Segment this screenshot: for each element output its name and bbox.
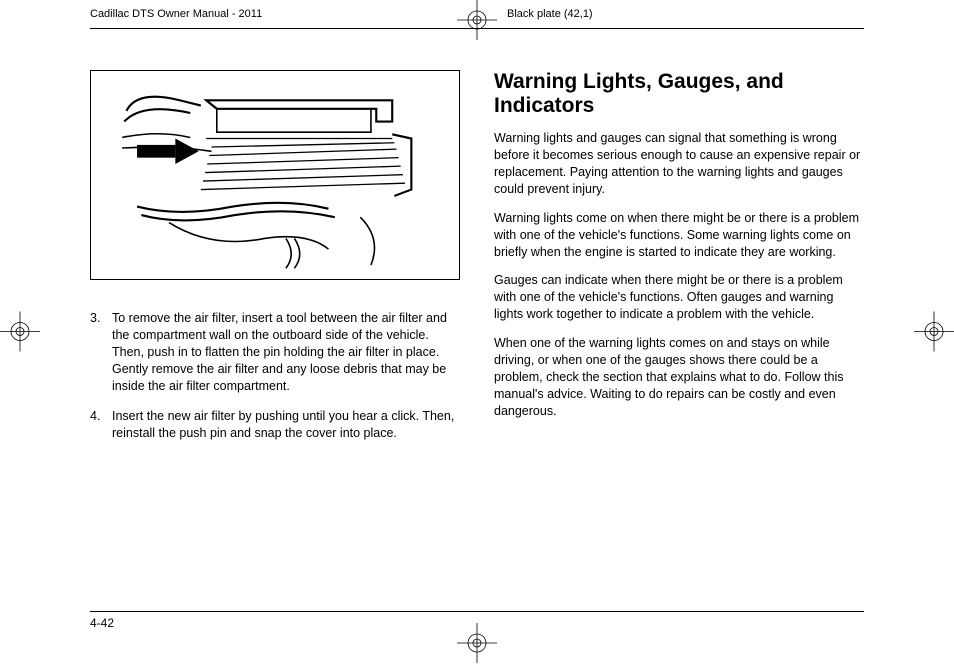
right-column: Warning Lights, Gauges, and Indicators W… [494, 70, 864, 588]
header-rule [90, 28, 864, 29]
footer-rule [90, 611, 864, 612]
registration-mark-left [0, 312, 40, 357]
registration-mark-right [914, 312, 954, 357]
registration-mark-bottom [457, 623, 497, 668]
registration-mark-top [457, 0, 497, 45]
step-number: 3. [90, 310, 100, 327]
step-text: To remove the air filter, insert a tool … [112, 311, 447, 393]
instruction-list: 3. To remove the air filter, insert a to… [90, 310, 460, 442]
page-number: 4-42 [90, 616, 114, 630]
plate-info: Black plate (42,1) [447, 8, 864, 20]
manual-title: Cadillac DTS Owner Manual - 2011 [90, 8, 447, 20]
instruction-step-4: 4. Insert the new air filter by pushing … [112, 408, 460, 442]
paragraph: Warning lights come on when there might … [494, 210, 864, 261]
paragraph: When one of the warning lights comes on … [494, 335, 864, 419]
step-number: 4. [90, 408, 100, 425]
content-area: 3. To remove the air filter, insert a to… [90, 70, 864, 588]
left-column: 3. To remove the air filter, insert a to… [90, 70, 460, 588]
air-filter-diagram [90, 70, 460, 280]
paragraph: Gauges can indicate when there might be … [494, 272, 864, 323]
paragraph: Warning lights and gauges can signal tha… [494, 130, 864, 198]
step-text: Insert the new air filter by pushing unt… [112, 409, 454, 440]
instruction-step-3: 3. To remove the air filter, insert a to… [112, 310, 460, 394]
section-title: Warning Lights, Gauges, and Indicators [494, 70, 864, 118]
